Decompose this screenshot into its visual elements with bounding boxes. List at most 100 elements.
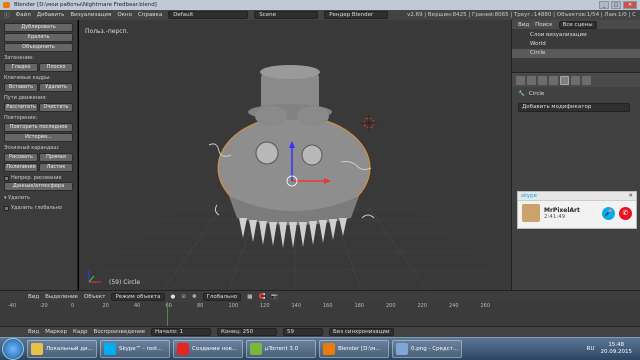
outliner-item[interactable]: Слои визуализации	[530, 31, 640, 40]
material-tab-icon[interactable]	[571, 75, 580, 85]
timeline[interactable]: -40 -20 0 20 40 60 80 100 120 140 160 180 200 220 240 2…	[0, 302, 640, 326]
sync-select[interactable]: Без синхронизации	[329, 328, 394, 336]
menu-help[interactable]: Справка	[138, 12, 162, 18]
delete-button[interactable]: Удалить	[4, 33, 73, 42]
layout-select[interactable]: Default	[168, 11, 249, 19]
timeline-tick-label: -40	[8, 303, 17, 309]
start-frame-field[interactable]: Начало: 1	[151, 328, 212, 336]
vp-select-menu[interactable]: Выделение	[45, 294, 78, 300]
vp-view-menu[interactable]: Вид	[28, 294, 39, 300]
timeline-tick-label: 140	[291, 303, 302, 309]
close-button[interactable]: ✕	[623, 1, 637, 9]
orientation-select[interactable]: Глобально	[202, 292, 242, 301]
timeline-header: Вид Маркер Кадр Воспроизведение Начало: …	[0, 326, 640, 337]
erase-button[interactable]: Ластик	[39, 163, 73, 172]
blender-logo-icon	[3, 2, 10, 8]
object-tab-icon[interactable]	[549, 75, 558, 85]
insert-keyframe-button[interactable]: Вставить	[4, 83, 38, 92]
3d-viewport[interactable]: Польз.-персп. (59) Circle	[79, 20, 511, 290]
smooth-button[interactable]: Гладко	[4, 63, 38, 72]
snap-icon[interactable]: 🧲	[258, 294, 265, 300]
timeline-ruler: -40 -20 0 20 40 60 80 100 120 140 160 180 200 220 240 2…	[0, 302, 640, 310]
outliner-item[interactable]: World	[530, 40, 640, 49]
language-indicator[interactable]: RU	[587, 346, 595, 352]
folder-icon	[31, 343, 43, 355]
duplicate-button[interactable]: Дублировать	[4, 23, 73, 32]
taskbar-yandex[interactable]: Создание нов...	[173, 340, 243, 358]
line-button[interactable]: Прямая	[39, 153, 73, 162]
menu-file[interactable]: Файл	[16, 12, 31, 18]
render-tab-icon[interactable]	[516, 75, 525, 85]
outliner-search-menu[interactable]: Поиск	[535, 22, 552, 28]
current-frame-line[interactable]	[167, 302, 168, 326]
taskbar-blender[interactable]: Blender [D:\м...	[319, 340, 389, 358]
calculate-paths-button[interactable]: Рассчитать	[4, 103, 38, 112]
system-clock[interactable]: 15:48 20.09.2015	[601, 342, 633, 356]
timeline-tick-label: 0	[71, 303, 75, 309]
outliner-view-menu[interactable]: Вид	[518, 22, 529, 28]
delete-global-checkbox[interactable]: Удалить глобально	[4, 205, 73, 211]
mode-select[interactable]: Режим объекта	[111, 292, 165, 301]
menu-add[interactable]: Добавить	[37, 12, 65, 18]
join-button[interactable]: Объединить	[4, 43, 73, 52]
manipulator-icon[interactable]: ✥	[192, 294, 197, 300]
shading-label: Затенение:	[4, 55, 34, 61]
vp-object-menu[interactable]: Объект	[84, 294, 106, 300]
minimize-button[interactable]: _	[599, 1, 609, 9]
timeline-tick-label: 100	[228, 303, 239, 309]
tl-marker-menu[interactable]: Маркер	[45, 329, 67, 335]
outliner-display-select[interactable]: Все сцены	[558, 20, 597, 29]
object-name-label: Circle	[528, 91, 545, 97]
scene-stats: v2.69 | Вершин:8425 | Граней:8065 | Треу…	[407, 12, 636, 18]
tl-playback-menu[interactable]: Воспроизведение	[94, 329, 145, 335]
layers-icon[interactable]: ▦	[247, 294, 252, 300]
scene-tab-icon[interactable]	[527, 75, 536, 85]
taskbar-skype[interactable]: Skype™ - rost...	[100, 340, 170, 358]
tl-frame-menu[interactable]: Кадр	[73, 329, 88, 335]
hangup-icon[interactable]: ✆	[619, 206, 632, 220]
timeline-tick-label: 80	[197, 303, 204, 309]
menu-window[interactable]: Окно	[117, 12, 132, 18]
tool-shelf: Дублировать Удалить Объединить Затенение…	[0, 20, 78, 290]
continuous-draw-label: Непрер. рисование	[11, 175, 62, 181]
flat-button[interactable]: Плоско	[39, 63, 73, 72]
continuous-draw-checkbox[interactable]: Непрер. рисование	[4, 175, 73, 181]
render-engine-select[interactable]: Рендер Blender	[324, 11, 389, 19]
render-preview-icon[interactable]: 📷	[271, 294, 278, 300]
start-button[interactable]	[2, 338, 24, 360]
draw-button[interactable]: Рисовать	[4, 153, 38, 162]
repeat-last-button[interactable]: Повторить последнее	[4, 123, 73, 132]
clock-time: 15:48	[608, 342, 625, 348]
history-button[interactable]: История...	[4, 133, 73, 142]
close-icon[interactable]: ✕	[628, 192, 633, 201]
delete-panel-header[interactable]: ▾ Удалить	[4, 195, 73, 202]
current-frame-field[interactable]: 59	[283, 328, 324, 336]
viewport-shading-icon[interactable]: ●	[171, 294, 176, 300]
wrench-icon: 🔧	[518, 91, 525, 97]
add-modifier-select[interactable]: Добавить модификатор	[518, 103, 630, 112]
menu-render[interactable]: Визуализация	[70, 12, 111, 18]
remove-keyframe-button[interactable]: Удалить	[39, 83, 73, 92]
clear-paths-button[interactable]: Очистить	[39, 103, 73, 112]
axis-gizmo-icon	[88, 270, 101, 283]
sketch-data-button[interactable]: Данные/атмосфера	[4, 182, 73, 191]
timeline-tick-label: 120	[260, 303, 270, 309]
3d-cursor-icon[interactable]	[361, 115, 377, 131]
texture-tab-icon[interactable]	[582, 75, 591, 85]
maximize-button[interactable]: □	[611, 1, 621, 9]
taskbar-utorrent[interactable]: µTorrent 3.0	[246, 340, 316, 358]
scene-select[interactable]: Scene	[254, 11, 319, 19]
poly-button[interactable]: Полилиния	[4, 163, 38, 172]
timeline-tick-label: -20	[39, 303, 48, 309]
editor-type-icon[interactable]: ⓘ	[4, 11, 10, 19]
browser-icon	[177, 343, 189, 355]
end-frame-field[interactable]: Конец: 250	[217, 328, 278, 336]
pivot-icon[interactable]: ⊙	[181, 294, 186, 300]
modifier-tab-icon[interactable]	[560, 75, 569, 85]
tl-view-menu[interactable]: Вид	[28, 329, 39, 335]
taskbar-explorer[interactable]: Локальный ди...	[27, 340, 97, 358]
mic-icon[interactable]: 🎤	[602, 206, 615, 220]
taskbar-image-viewer[interactable]: 0.png - Средст...	[392, 340, 462, 358]
world-tab-icon[interactable]	[538, 75, 547, 85]
outliner-item[interactable]: Circle	[512, 49, 640, 58]
